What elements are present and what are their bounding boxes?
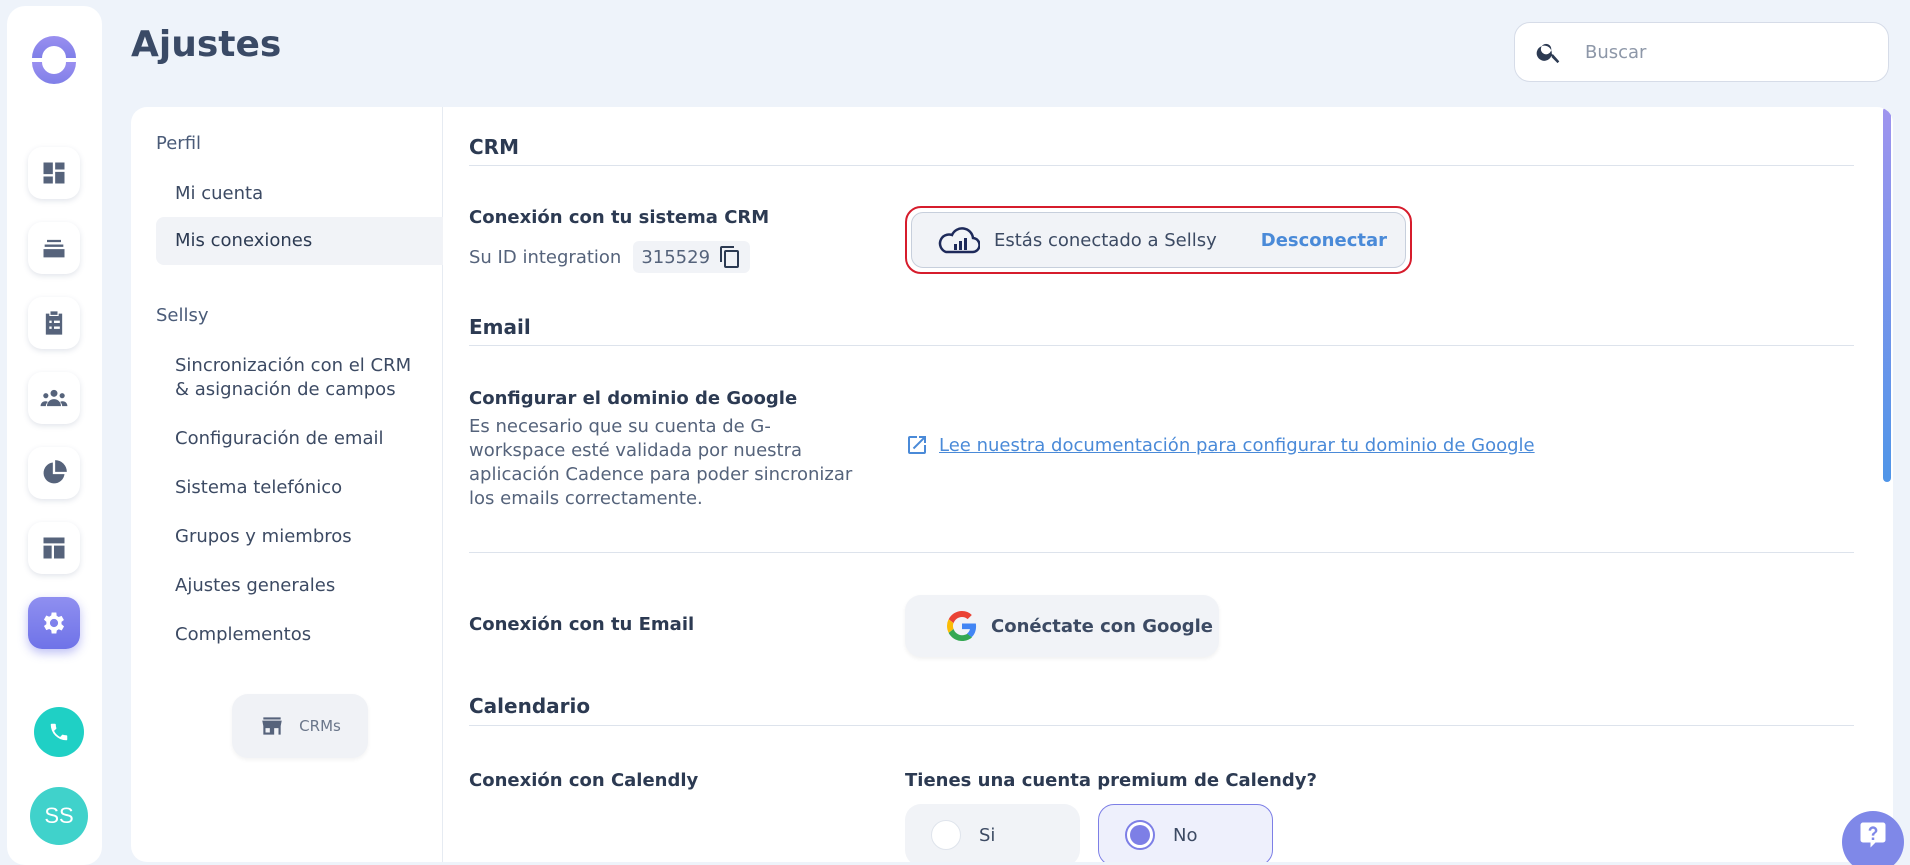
search-icon <box>1536 43 1560 64</box>
integration-id-value: 315529 <box>641 246 711 268</box>
analytics-icon[interactable] <box>28 447 80 499</box>
calendar-divider <box>469 725 1854 726</box>
calendar-section-title: Calendario <box>469 694 591 718</box>
subnav-item-sincronizacion[interactable]: Sincronización con el CRM & asignación d… <box>156 354 416 402</box>
email-divider <box>469 345 1854 346</box>
crm-connection-label: Conexión con tu sistema CRM <box>469 207 770 228</box>
dashboard-icon[interactable] <box>28 147 80 199</box>
google-icon <box>947 611 977 641</box>
help-icon <box>1860 822 1886 848</box>
subnav-item-grupos[interactable]: Grupos y miembros <box>156 525 443 549</box>
radio-no[interactable]: No <box>1098 804 1273 862</box>
left-rail: SS <box>7 6 102 865</box>
settings-icon[interactable] <box>28 597 80 649</box>
settings-panel: Perfil Mi cuenta Mis conexiones Sellsy S… <box>131 107 1893 862</box>
radio-label-no: No <box>1173 824 1198 846</box>
settings-subnav: Perfil Mi cuenta Mis conexiones Sellsy S… <box>131 107 443 862</box>
integration-id-label: Su ID integration <box>469 246 622 268</box>
subnav-item-mi-cuenta[interactable]: Mi cuenta <box>156 182 443 206</box>
settings-content: CRM Conexión con tu sistema CRM Su ID in… <box>443 107 1893 862</box>
crms-button-label: CRMs <box>299 717 341 735</box>
tasks-icon[interactable] <box>28 297 80 349</box>
integration-id-box: 315529 <box>633 241 751 273</box>
integration-id-row: Su ID integration 315529 <box>469 241 751 273</box>
connect-google-button[interactable]: Conéctate con Google <box>905 595 1219 657</box>
google-domain-doc-link[interactable]: Lee nuestra documentación para configura… <box>905 433 1535 457</box>
search-bar[interactable] <box>1514 22 1889 82</box>
external-link-icon <box>908 436 926 454</box>
email-connection-label: Conexión con tu Email <box>469 614 695 635</box>
crm-status-card: Estás conectado a Sellsy Desconectar <box>911 212 1406 268</box>
cloud-chart-icon <box>938 227 980 254</box>
radio-circle-si[interactable] <box>931 820 961 850</box>
subnav-section-perfil: Perfil <box>156 133 202 154</box>
email-section-title: Email <box>469 315 531 339</box>
crms-button[interactable]: CRMs <box>232 694 368 758</box>
contacts-icon[interactable] <box>28 372 80 424</box>
page-title: Ajustes <box>131 24 282 65</box>
subnav-item-email-config[interactable]: Configuración de email <box>156 427 443 451</box>
avatar[interactable]: SS <box>30 787 88 845</box>
calendly-label: Conexión con Calendly <box>469 770 699 791</box>
inbox-icon[interactable] <box>28 222 80 274</box>
subnav-item-mis-conexiones[interactable]: Mis conexiones <box>156 217 443 265</box>
radio-si[interactable]: Si <box>905 804 1080 862</box>
layout-icon[interactable] <box>28 522 80 574</box>
phone-icon[interactable] <box>34 707 84 757</box>
subnav-section-sellsy: Sellsy <box>156 305 209 326</box>
crm-divider <box>469 165 1854 166</box>
crm-status-text: Estás conectado a Sellsy <box>994 229 1217 251</box>
copy-icon[interactable] <box>718 245 742 269</box>
disconnect-button[interactable]: Desconectar <box>1261 230 1387 251</box>
scrollbar[interactable] <box>1883 107 1891 482</box>
subnav-item-telefonico[interactable]: Sistema telefónico <box>156 476 443 500</box>
email-inner-divider <box>469 552 1854 553</box>
search-input[interactable] <box>1585 41 1865 63</box>
help-chat-button[interactable] <box>1842 811 1904 865</box>
google-domain-label: Configurar el dominio de Google <box>469 388 798 409</box>
crm-section-title: CRM <box>469 135 519 159</box>
logo-icon[interactable] <box>28 32 80 84</box>
radio-label-si: Si <box>979 824 996 846</box>
google-domain-description: Es necesario que su cuenta de G-workspac… <box>469 416 853 509</box>
subnav-item-complementos[interactable]: Complementos <box>156 623 443 647</box>
calendly-premium-question: Tienes una cuenta premium de Calendy? <box>905 770 1317 791</box>
crm-status-highlight: Estás conectado a Sellsy Desconectar <box>905 206 1412 274</box>
radio-circle-no[interactable] <box>1125 820 1155 850</box>
store-icon <box>262 717 282 735</box>
subnav-item-ajustes-generales[interactable]: Ajustes generales <box>156 574 443 598</box>
doc-link-text[interactable]: Lee nuestra documentación para configura… <box>939 435 1535 456</box>
connect-google-label: Conéctate con Google <box>991 615 1213 637</box>
